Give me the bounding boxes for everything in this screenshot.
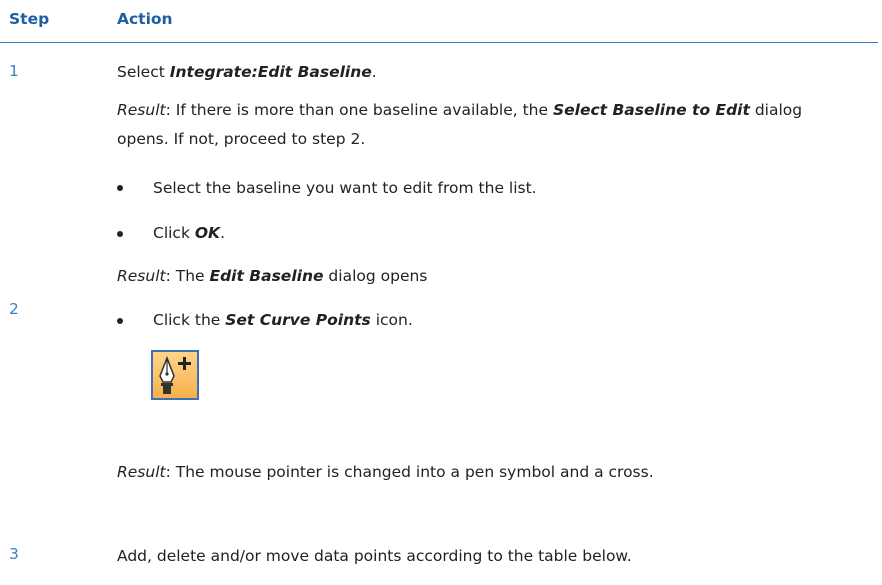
step-2-bullet: Click the Set Curve Points icon. <box>153 311 413 329</box>
step-1-bullet-1: Select the baseline you want to edit fro… <box>153 179 537 197</box>
bullet-dot <box>117 185 125 193</box>
menu-command-edit-baseline: Integrate:Edit Baseline <box>169 63 372 81</box>
step-number-3: 3 <box>9 545 19 563</box>
step-1-result-1: Result: If there is more than one baseli… <box>117 101 803 148</box>
button-name-ok: OK <box>194 224 221 242</box>
column-header-action: Action <box>117 10 173 28</box>
dialog-name-select-baseline: Select Baseline to Edit <box>552 101 750 119</box>
header-divider <box>0 42 878 43</box>
step-3-instruction: Add, delete and/or move data points acco… <box>117 547 632 565</box>
step-1-result-2: Result: The Edit Baseline dialog opens <box>117 267 428 285</box>
step-2-result: Result: The mouse pointer is changed int… <box>117 463 654 481</box>
dialog-name-edit-baseline: Edit Baseline <box>209 267 324 285</box>
step-number-1: 1 <box>9 62 19 80</box>
bullet-dot <box>117 231 125 239</box>
step-1-instruction: Select Integrate:Edit Baseline. <box>117 63 377 81</box>
step-number-2: 2 <box>9 300 19 318</box>
set-curve-points-icon <box>151 350 199 400</box>
bullet-dot <box>117 318 125 326</box>
step-1-bullet-2: Click OK. <box>153 224 225 242</box>
icon-name-set-curve-points: Set Curve Points <box>225 311 371 329</box>
column-header-step: Step <box>9 10 50 28</box>
